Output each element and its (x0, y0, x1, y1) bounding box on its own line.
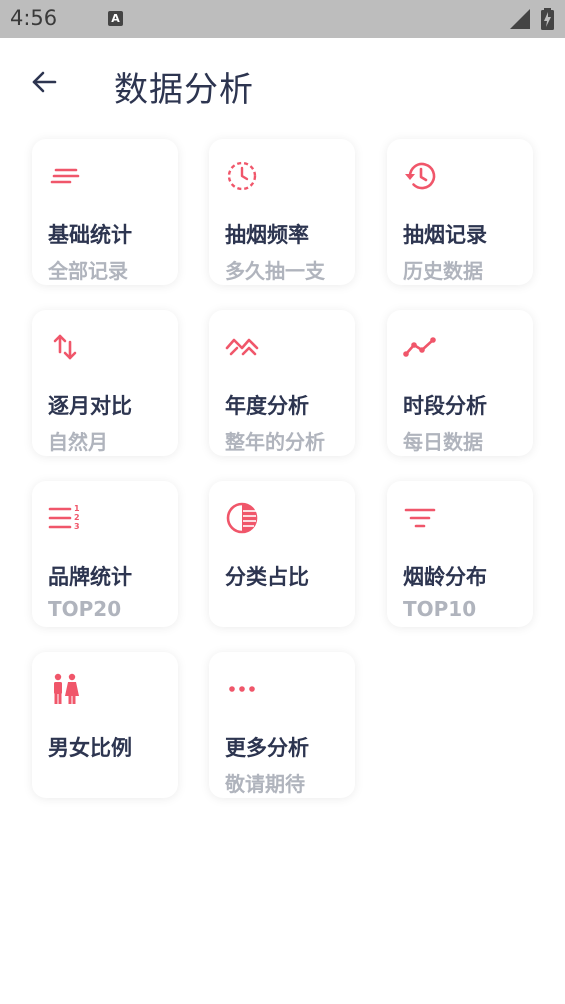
card-label: 抽烟记录 (403, 223, 487, 247)
card-label: 分类占比 (225, 565, 309, 589)
man-woman-icon (54, 673, 79, 704)
card-brand-stats[interactable]: 1 2 3 品牌统计 TOP20 (32, 481, 178, 627)
card-label: 男女比例 (48, 736, 132, 760)
card-subtitle: 多久抽一支 (225, 259, 325, 283)
card-basic-stats[interactable]: 基础统计 全部记录 (32, 139, 178, 285)
svg-text:3: 3 (74, 522, 80, 531)
card-smoking-records[interactable]: 抽烟记录 历史数据 (387, 139, 533, 285)
card-label: 时段分析 (403, 394, 487, 418)
battery-charging-icon (541, 8, 554, 30)
clock-dashed-icon (227, 161, 257, 191)
card-subtitle: 敬请期待 (225, 772, 305, 796)
card-annual-analysis[interactable]: 年度分析 整年的分析 (209, 310, 355, 456)
history-icon (405, 162, 436, 190)
page-title: 数据分析 (114, 70, 254, 110)
card-monthly-compare[interactable]: 逐月对比 自然月 (32, 310, 178, 456)
contrast-circle-icon (226, 502, 258, 534)
svg-text:2: 2 (74, 513, 80, 522)
filter-icon (404, 508, 436, 528)
card-subtitle: 全部记录 (48, 259, 128, 283)
card-label: 抽烟频率 (225, 223, 309, 247)
card-smoking-frequency[interactable]: 抽烟频率 多久抽一支 (209, 139, 355, 285)
card-label: 品牌统计 (48, 565, 132, 589)
card-subtitle: TOP10 (403, 597, 477, 621)
numbered-list-icon: 1 2 3 (48, 504, 80, 531)
card-label: 更多分析 (225, 736, 309, 760)
svg-text:1: 1 (74, 504, 80, 513)
arrow-left-icon (32, 71, 57, 93)
back-button[interactable] (24, 62, 64, 102)
lines-icon (50, 168, 80, 184)
card-subtitle: 自然月 (48, 430, 108, 454)
zigzag-icon (225, 338, 259, 356)
card-time-period[interactable]: 时段分析 每日数据 (387, 310, 533, 456)
app-bar: 数据分析 (0, 38, 565, 128)
card-label: 逐月对比 (48, 394, 132, 418)
more-dots-icon (229, 686, 255, 692)
card-more-analysis[interactable]: 更多分析 敬请期待 (209, 652, 355, 798)
signal-icon (510, 9, 530, 29)
trend-line-icon (403, 337, 436, 357)
card-subtitle: 整年的分析 (225, 430, 325, 454)
card-subtitle: TOP20 (48, 597, 122, 621)
card-label: 年度分析 (225, 394, 309, 418)
card-category-ratio[interactable]: 分类占比 (209, 481, 355, 627)
status-bar: 4:56 A (0, 0, 565, 38)
status-time: 4:56 (10, 6, 58, 30)
card-label: 基础统计 (48, 223, 132, 247)
card-smoking-age[interactable]: 烟龄分布 TOP10 (387, 481, 533, 627)
card-subtitle: 历史数据 (403, 259, 483, 283)
card-subtitle: 每日数据 (403, 430, 483, 454)
card-gender-ratio[interactable]: 男女比例 (32, 652, 178, 798)
sort-arrows-icon (53, 334, 77, 360)
notification-a-icon: A (108, 11, 123, 26)
card-label: 烟龄分布 (403, 565, 487, 589)
